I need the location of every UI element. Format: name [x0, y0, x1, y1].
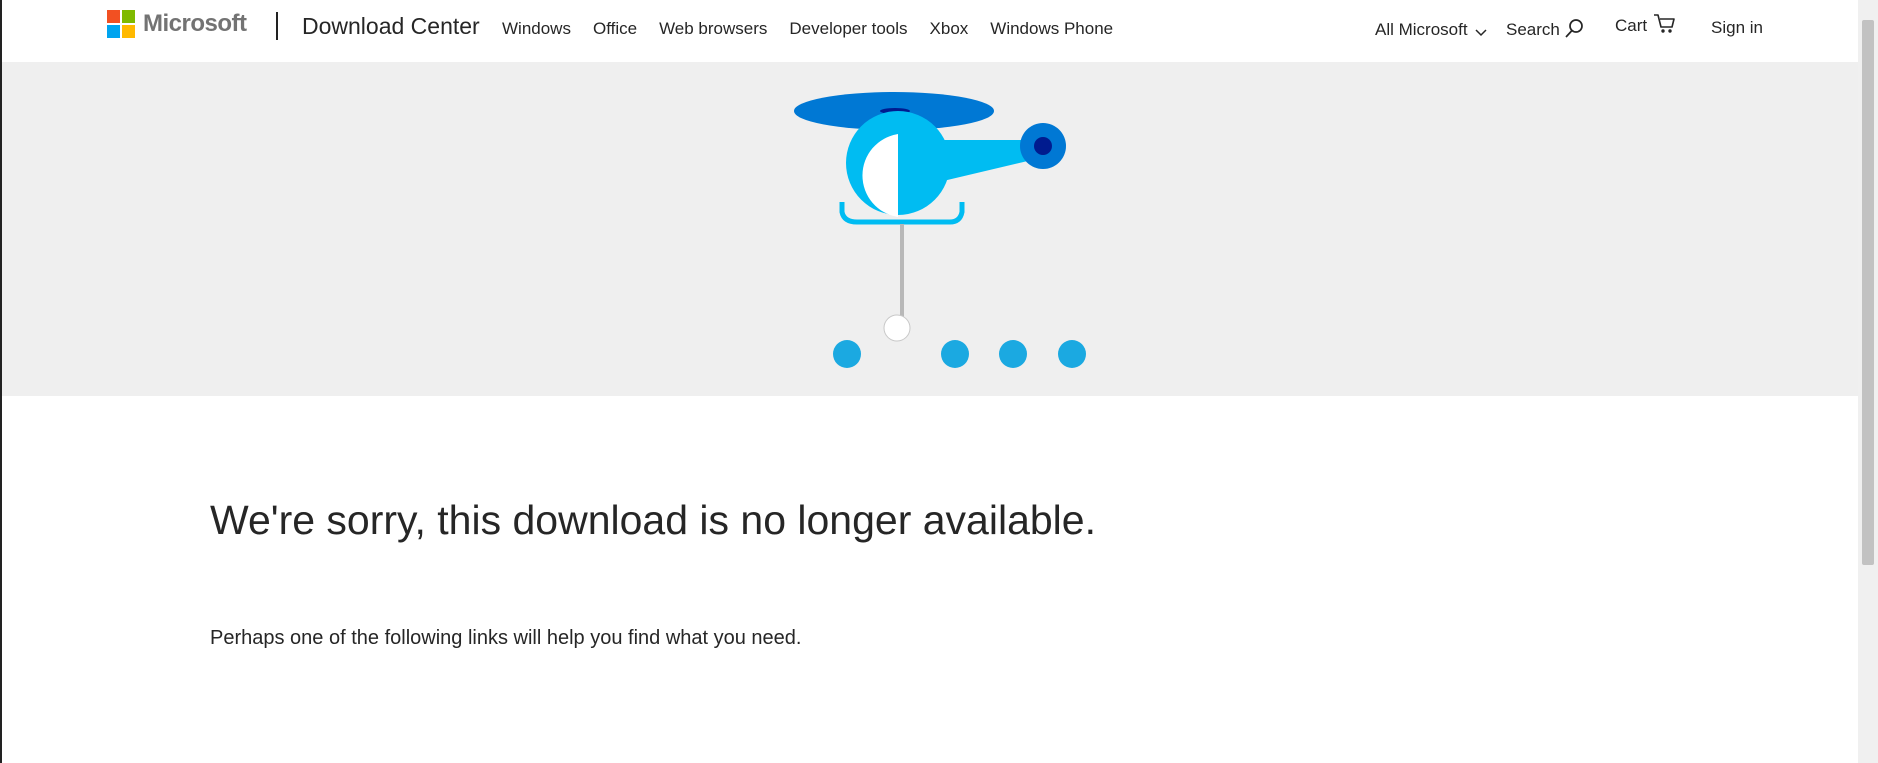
chevron-down-icon: [1475, 28, 1487, 36]
logo-square-yellow: [122, 25, 135, 38]
site-header: Microsoft Download Center Windows Office…: [2, 0, 1858, 62]
loading-dot: [941, 340, 969, 368]
nav-item-xbox[interactable]: Xbox: [930, 19, 969, 39]
sign-in-link[interactable]: Sign in: [1711, 18, 1763, 38]
nav-item-office[interactable]: Office: [593, 19, 637, 39]
cart-label: Cart: [1615, 16, 1648, 35]
page-heading: We're sorry, this download is no longer …: [210, 497, 1096, 543]
loading-dot: [999, 340, 1027, 368]
nav-item-windows-phone[interactable]: Windows Phone: [990, 19, 1113, 39]
nav-item-developer-tools[interactable]: Developer tools: [789, 19, 907, 39]
header-divider: [276, 12, 278, 40]
brand-name: Microsoft: [143, 10, 247, 37]
search-button[interactable]: Search: [1506, 19, 1585, 40]
search-icon: [1565, 19, 1583, 38]
search-label: Search: [1506, 20, 1560, 39]
nav-item-web-browsers[interactable]: Web browsers: [659, 19, 767, 39]
hook-ball: [883, 314, 911, 342]
loading-dot: [1058, 340, 1086, 368]
all-microsoft-label: All Microsoft: [1375, 20, 1468, 39]
tail-rotor-hub: [1034, 137, 1052, 155]
cart-button[interactable]: Cart: [1615, 14, 1677, 36]
logo-square-green: [122, 10, 135, 23]
site-title-link[interactable]: Download Center: [302, 13, 480, 40]
hero-banner: [2, 62, 1858, 396]
helicopter-illustration: [794, 92, 1086, 368]
main-nav: Windows Office Web browsers Developer to…: [502, 19, 1135, 39]
scrollbar-thumb[interactable]: [1862, 20, 1874, 565]
loading-dot: [833, 340, 861, 368]
sign-in-label: Sign in: [1711, 18, 1763, 37]
microsoft-logo-icon: [107, 10, 135, 38]
nav-item-windows[interactable]: Windows: [502, 19, 571, 39]
all-microsoft-menu[interactable]: All Microsoft: [1375, 20, 1488, 40]
microsoft-logo[interactable]: Microsoft: [107, 10, 247, 38]
logo-square-blue: [107, 25, 120, 38]
cart-icon: [1654, 14, 1675, 33]
help-text: Perhaps one of the following links will …: [210, 627, 802, 649]
logo-square-red: [107, 10, 120, 23]
